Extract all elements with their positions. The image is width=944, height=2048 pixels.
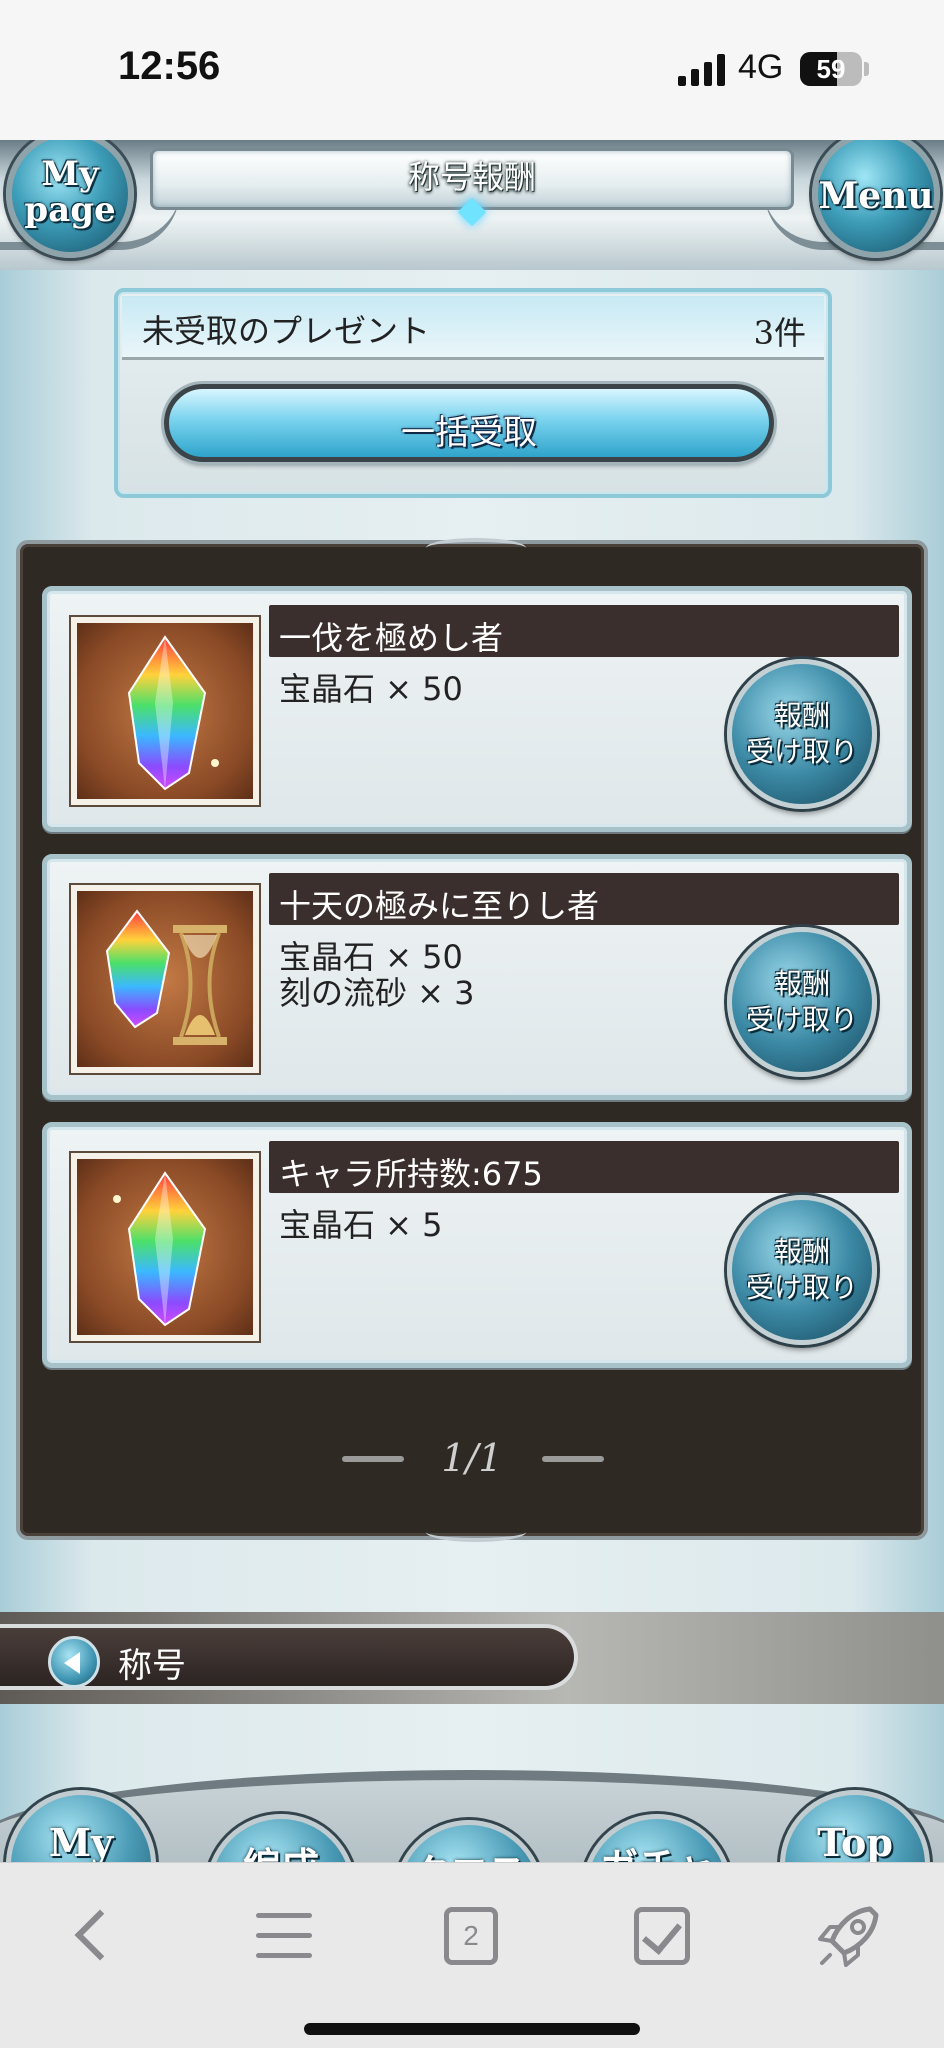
claim-label-line2: 受け取り [745, 1271, 858, 1304]
claim-reward-button[interactable]: 報酬 受け取り [727, 1195, 877, 1345]
title-back-bar[interactable]: 称号 [0, 1624, 578, 1690]
reward-name-bar: 十天の極みに至りし者 [269, 873, 899, 925]
rainbow-crystal-icon [71, 1153, 259, 1341]
title-breadcrumb-label: 称号 [118, 1646, 186, 1686]
claim-label-line2: 受け取り [745, 735, 858, 768]
reward-items: 宝晶石 × 50 刻の流砂 × 3 [279, 939, 475, 1011]
claim-label-line1: 報酬 [773, 1235, 830, 1268]
collect-all-label: 一括受取 [401, 413, 537, 453]
panel-ornament-bottom [426, 1522, 526, 1542]
title-breadcrumb-strip: 称号 [0, 1612, 944, 1704]
reward-title: 一伐を極めし者 [279, 619, 504, 657]
claim-label: 報酬 受け取り [732, 966, 872, 1038]
browser-back-icon[interactable] [54, 1897, 134, 1977]
reward-item: 宝晶石 × 50 [279, 670, 463, 708]
claim-label: 報酬 受け取り [732, 1234, 872, 1306]
rainbow-crystal-icon [71, 617, 259, 805]
reward-card: 一伐を極めし者 宝晶石 × 50 報酬 受け取り [42, 586, 912, 832]
back-arrow-icon[interactable] [48, 1636, 100, 1688]
status-bar: 12:56 4G 59 [0, 0, 944, 140]
tab-count: 2 [444, 1907, 498, 1965]
claim-label-line2: 受け取り [745, 1003, 858, 1036]
claim-label-line1: 報酬 [773, 699, 830, 732]
present-count: 3件 [753, 314, 806, 352]
page-title: 称号報酬 [407, 158, 536, 196]
claim-reward-button[interactable]: 報酬 受け取り [727, 659, 877, 809]
reward-title: キャラ所持数:675 [279, 1155, 543, 1193]
network-type: 4G [738, 48, 784, 86]
reward-name-bar: キャラ所持数:675 [269, 1141, 899, 1193]
reward-item: 刻の流砂 × 3 [279, 974, 475, 1012]
collect-all-button[interactable]: 一括受取 [164, 384, 774, 462]
home-indicator[interactable] [304, 2023, 640, 2035]
battery-icon: 59 [800, 52, 862, 86]
reward-title: 十天の極みに至りし者 [279, 887, 600, 925]
reward-items: 宝晶石 × 50 [279, 671, 463, 707]
unclaimed-present-box: 未受取のプレゼント 3件 一括受取 [114, 288, 832, 498]
battery-percent: 59 [816, 54, 846, 84]
battery-tip [864, 62, 869, 76]
status-time: 12:56 [118, 44, 221, 88]
pagination: 1/1 [20, 1424, 924, 1494]
reward-card: 十天の極みに至りし者 宝晶石 × 50 刻の流砂 × 3 報酬 受け取り [42, 854, 912, 1100]
browser-menu-icon[interactable] [244, 1897, 324, 1977]
claim-label: 報酬 受け取り [732, 698, 872, 770]
browser-checkbox-icon[interactable] [622, 1897, 702, 1977]
panel-ornament-top [426, 538, 526, 558]
present-label: 未受取のプレゼント [142, 312, 431, 350]
claim-label-line1: 報酬 [773, 967, 830, 1000]
crystal-and-hourglass-icon [71, 885, 259, 1073]
reward-list-panel: 一伐を極めし者 宝晶石 × 50 報酬 受け取り 十天の極みに至りし者 宝晶石 … [16, 538, 928, 1542]
reward-items: 宝晶石 × 5 [279, 1207, 443, 1243]
game-viewport: 称号報酬 My page Menu 未受取のプレゼント 3件 一括受取 一伐を極… [0, 140, 944, 1862]
claim-reward-button[interactable]: 報酬 受け取り [727, 927, 877, 1077]
game-bottom-nav: My page 編成 クエスト ガチャ Top [0, 1750, 944, 1862]
browser-toolbar: 2 [0, 1862, 944, 2048]
pager-ornament-right [542, 1456, 604, 1462]
present-header: 未受取のプレゼント 3件 [122, 296, 824, 360]
browser-tabs-button[interactable]: 2 [432, 1897, 512, 1977]
rocket-icon[interactable] [808, 1897, 888, 1977]
reward-name-bar: 一伐を極めし者 [269, 605, 899, 657]
cellular-signal-icon [678, 54, 725, 86]
reward-item: 宝晶石 × 50 [279, 938, 463, 976]
reward-item: 宝晶石 × 5 [279, 1206, 443, 1244]
page-header: 称号報酬 My page Menu [0, 140, 944, 270]
reward-card: キャラ所持数:675 宝晶石 × 5 報酬 受け取り [42, 1122, 912, 1368]
page-indicator: 1/1 [441, 1436, 503, 1480]
